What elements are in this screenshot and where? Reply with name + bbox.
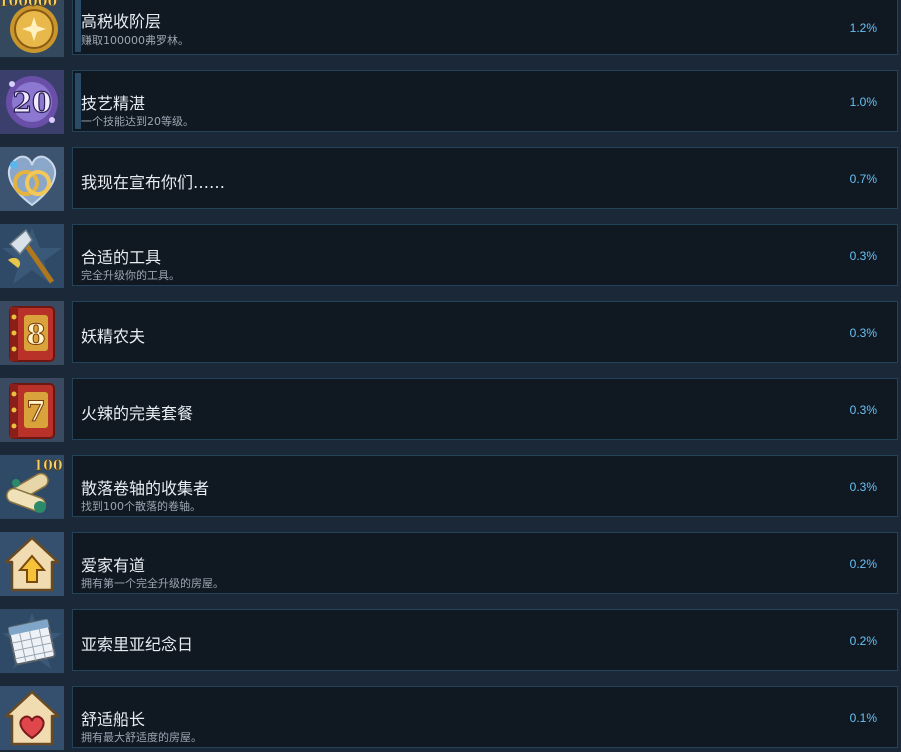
achievement-title: 亚索里亚纪念日 [81, 635, 194, 654]
achievement-description: 拥有第一个完全升级的房屋。 [81, 577, 224, 590]
achievement-description: 一个技能达到20等级。 [81, 115, 194, 128]
unlock-percentage: 0.7% [849, 172, 877, 186]
book-7-icon: 7 [0, 378, 64, 442]
achievement-description: 拥有最大舒适度的房屋。 [81, 731, 202, 744]
achievement-card: 散落卷轴的收集者 找到100个散落的卷轴。 0.3% [72, 455, 898, 517]
achievement-description: 完全升级你的工具。 [81, 269, 180, 282]
achievement-card: 亚索里亚纪念日 0.2% [72, 609, 898, 671]
achievement-title: 火辣的完美套餐 [81, 404, 194, 423]
unlock-percentage: 0.3% [849, 480, 877, 494]
gold-coin-icon: 100000 [0, 0, 64, 57]
calendar-icon [0, 609, 64, 673]
achievement-title: 合适的工具 [81, 248, 162, 267]
icon-label: 7 [26, 395, 45, 428]
unlock-percentage: 0.2% [849, 557, 877, 571]
upgraded-axe-icon [0, 224, 64, 288]
achievement-title: 爱家有道 [81, 556, 146, 575]
achievement-title: 舒适船长 [81, 710, 146, 729]
achievement-card: 爱家有道 拥有第一个完全升级的房屋。 0.2% [72, 532, 898, 594]
unlock-percentage: 1.0% [849, 95, 877, 109]
achievement-title: 高税收阶层 [81, 12, 162, 31]
achievement-row[interactable]: 8 妖精农夫 0.3% [0, 300, 901, 366]
achievement-description: 找到100个散落的卷轴。 [81, 500, 201, 513]
unlock-percentage: 0.1% [849, 711, 877, 725]
achievement-row[interactable]: 100 散落卷轴的收集者 找到100个散落的卷轴。 0.3% [0, 454, 901, 520]
achievement-row[interactable]: 合适的工具 完全升级你的工具。 0.3% [0, 223, 901, 289]
achievement-description: 赚取100000弗罗林。 [81, 34, 189, 47]
achievement-title: 技艺精湛 [81, 94, 146, 113]
achievement-title: 散落卷轴的收集者 [81, 479, 210, 498]
achievement-title: 妖精农夫 [81, 327, 146, 346]
achievement-row[interactable]: 舒适船长 拥有最大舒适度的房屋。 0.1% [0, 685, 901, 751]
achievement-card: 技艺精湛 一个技能达到20等级。 1.0% [72, 70, 898, 132]
achievement-row[interactable]: 20 技艺精湛 一个技能达到20等级。 1.0% [0, 69, 901, 135]
icon-label: 100000 [0, 0, 57, 10]
achievement-row[interactable]: 7 火辣的完美套餐 0.3% [0, 377, 901, 443]
achievement-card: 合适的工具 完全升级你的工具。 0.3% [72, 224, 898, 286]
unlock-percentage: 0.2% [849, 634, 877, 648]
achievement-list: 100000 高税收阶层 赚取100000弗罗林。 1.2% 20 技艺精湛 一… [0, 0, 901, 752]
house-upgrade-icon [0, 532, 64, 596]
achievement-card: 高税收阶层 赚取100000弗罗林。 1.2% [72, 0, 898, 55]
achievement-card: 我现在宣布你们…… 0.7% [72, 147, 898, 209]
achievement-card: 舒适船长 拥有最大舒适度的房屋。 0.1% [72, 686, 898, 748]
unlock-percentage: 0.3% [849, 403, 877, 417]
achievement-row[interactable]: 100000 高税收阶层 赚取100000弗罗林。 1.2% [0, 0, 901, 58]
unlock-percentage: 1.2% [849, 21, 877, 35]
wedding-rings-icon [0, 147, 64, 211]
achievement-title: 我现在宣布你们…… [81, 173, 226, 192]
icon-label: 100 [33, 458, 62, 474]
icon-label: 8 [26, 318, 45, 351]
achievement-card: 妖精农夫 0.3% [72, 301, 898, 363]
achievement-row[interactable]: 亚索里亚纪念日 0.2% [0, 608, 901, 674]
achievement-row[interactable]: 爱家有道 拥有第一个完全升级的房屋。 0.2% [0, 531, 901, 597]
house-heart-icon [0, 686, 64, 750]
icon-label: 20 [13, 86, 52, 119]
skill-level-20-icon: 20 [0, 70, 64, 134]
achievement-card: 火辣的完美套餐 0.3% [72, 378, 898, 440]
book-8-icon: 8 [0, 301, 64, 365]
unlock-percentage: 0.3% [849, 249, 877, 263]
scroll-100-icon: 100 [0, 455, 64, 519]
unlock-percentage: 0.3% [849, 326, 877, 340]
achievement-row[interactable]: 我现在宣布你们…… 0.7% [0, 146, 901, 212]
